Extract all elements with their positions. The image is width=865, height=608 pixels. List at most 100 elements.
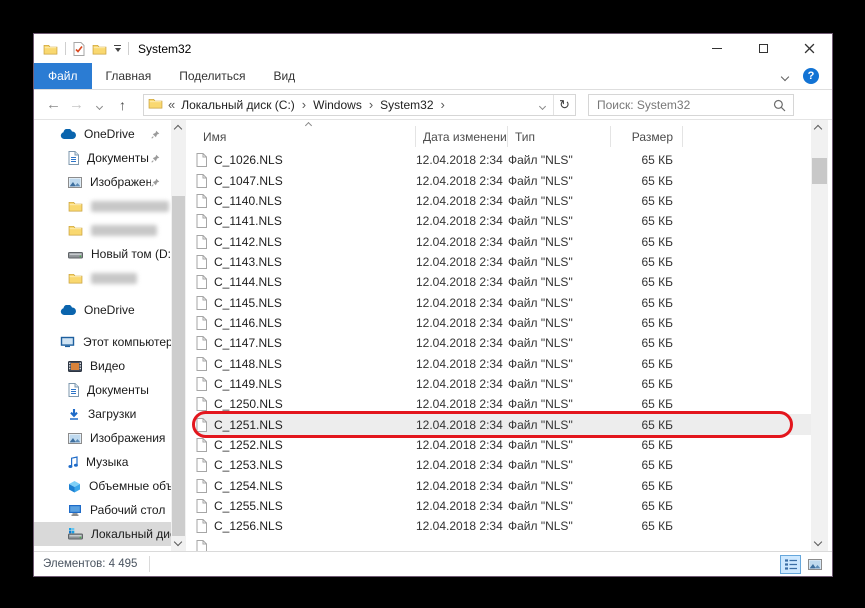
sidebar-item-redacted[interactable] — [34, 218, 171, 242]
tab-вид[interactable]: Вид — [259, 63, 309, 89]
new-folder-button[interactable] — [92, 43, 107, 55]
sidebar-item-документы[interactable]: Документы — [34, 146, 171, 170]
column-header-размер[interactable]: Размер — [611, 126, 683, 147]
file-row-c-1148-nls[interactable]: C_1148.NLS12.04.2018 2:34Файл "NLS"65 КБ — [196, 353, 811, 373]
properties-button[interactable] — [73, 42, 85, 56]
file-date: 12.04.2018 2:34 — [416, 255, 508, 269]
file-row-c-1141-nls[interactable]: C_1141.NLS12.04.2018 2:34Файл "NLS"65 КБ — [196, 211, 811, 231]
search-input[interactable] — [589, 95, 793, 115]
tab-главная[interactable]: Главная — [92, 63, 166, 89]
thumbnails-view-icon — [808, 559, 822, 570]
onedrive-icon — [60, 129, 76, 140]
file-row-c-1145-nls[interactable]: C_1145.NLS12.04.2018 2:34Файл "NLS"65 КБ — [196, 292, 811, 312]
file-row-c-1147-nls[interactable]: C_1147.NLS12.04.2018 2:34Файл "NLS"65 КБ — [196, 333, 811, 353]
breadcrumb-overflow-chevron[interactable]: « — [168, 97, 175, 112]
file-type: Файл "NLS" — [508, 255, 611, 269]
scrollbar-thumb[interactable] — [812, 158, 827, 184]
back-button[interactable]: ← — [42, 97, 65, 112]
items-count: Элементов: 4 495 — [43, 558, 137, 570]
file-date: 12.04.2018 2:34 — [416, 438, 508, 452]
file-row-partial[interactable] — [196, 537, 811, 551]
tab-файл[interactable]: Файл — [34, 63, 92, 89]
sidebar-item-onedrive[interactable]: OneDrive — [34, 122, 171, 146]
breadcrumb-segment-system32[interactable]: System32 — [380, 98, 433, 112]
file-row-c-1255-nls[interactable]: C_1255.NLS12.04.2018 2:34Файл "NLS"65 КБ — [196, 496, 811, 516]
file-size: 65 КБ — [611, 153, 683, 167]
scroll-down-icon[interactable] — [814, 538, 822, 546]
breadcrumb-separator-icon[interactable]: › — [302, 97, 306, 112]
file-row-c-1146-nls[interactable]: C_1146.NLS12.04.2018 2:34Файл "NLS"65 КБ — [196, 313, 811, 333]
file-row-c-1250-nls[interactable]: C_1250.NLS12.04.2018 2:34Файл "NLS"65 КБ — [196, 394, 811, 414]
sidebar-item-onedrive[interactable]: OneDrive — [34, 298, 171, 322]
close-button[interactable] — [786, 34, 832, 63]
tab-поделиться[interactable]: Поделиться — [165, 63, 259, 89]
sidebar-item-музыка[interactable]: Музыка — [34, 450, 171, 474]
qat-dropdown-icon[interactable] — [114, 45, 121, 52]
up-button[interactable]: ↑ — [111, 98, 134, 112]
refresh-button[interactable]: ↻ — [554, 97, 575, 113]
file-row-c-1251-nls[interactable]: C_1251.NLS12.04.2018 2:34Файл "NLS"65 КБ — [196, 414, 811, 434]
file-row-c-1047-nls[interactable]: C_1047.NLS12.04.2018 2:34Файл "NLS"65 КБ — [196, 170, 811, 190]
file-row-c-1026-nls[interactable]: C_1026.NLS12.04.2018 2:34Файл "NLS"65 КБ — [196, 150, 811, 170]
file-date: 12.04.2018 2:34 — [416, 479, 508, 493]
sidebar-item-новый-том-(d:)[interactable]: Новый том (D:) — [34, 242, 171, 266]
file-row-c-1149-nls[interactable]: C_1149.NLS12.04.2018 2:34Файл "NLS"65 КБ — [196, 374, 811, 394]
minimize-button[interactable] — [694, 34, 740, 63]
column-header-имя[interactable]: Имя — [196, 126, 416, 147]
quick-access-toolbar — [43, 42, 129, 56]
breadcrumb-separator-icon[interactable]: › — [441, 97, 445, 112]
file-name: C_1256.NLS — [214, 519, 416, 533]
sidebar-item-видео[interactable]: Видео — [34, 354, 171, 378]
maximize-button[interactable] — [740, 34, 786, 63]
file-row-c-1142-nls[interactable]: C_1142.NLS12.04.2018 2:34Файл "NLS"65 КБ — [196, 231, 811, 251]
list-scrollbar[interactable] — [811, 120, 828, 551]
thumbnails-view-button[interactable] — [804, 555, 825, 574]
system-drive-icon — [68, 528, 83, 540]
address-dropdown-button[interactable] — [532, 98, 553, 112]
file-row-c-1144-nls[interactable]: C_1144.NLS12.04.2018 2:34Файл "NLS"65 КБ — [196, 272, 811, 292]
sidebar-item-рабочий-стол[interactable]: Рабочий стол — [34, 498, 171, 522]
file-icon — [196, 296, 207, 310]
sidebar-item-label: Документы — [87, 151, 151, 165]
file-row-c-1253-nls[interactable]: C_1253.NLS12.04.2018 2:34Файл "NLS"65 КБ — [196, 455, 811, 475]
sidebar-item-redacted[interactable] — [34, 194, 171, 218]
sidebar-item-redacted[interactable] — [34, 266, 171, 290]
file-type: Файл "NLS" — [508, 153, 611, 167]
breadcrumb-separator-icon[interactable]: › — [369, 97, 373, 112]
ribbon-collapse-button[interactable] — [782, 69, 788, 83]
file-row-c-1254-nls[interactable]: C_1254.NLS12.04.2018 2:34Файл "NLS"65 КБ — [196, 476, 811, 496]
address-bar[interactable]: « Локальный диск (C:)›Windows›System32› … — [143, 94, 576, 116]
sidebar-item-изображения[interactable]: Изображения — [34, 426, 171, 450]
sidebar-item-загрузки[interactable]: Загрузки — [34, 402, 171, 426]
column-header-тип[interactable]: Тип — [508, 126, 611, 147]
ribbon-tab-bar: ФайлГлавнаяПоделитьсяВид ? — [34, 63, 832, 90]
column-header-дата-изменения[interactable]: Дата изменения — [416, 126, 508, 147]
file-row-c-1252-nls[interactable]: C_1252.NLS12.04.2018 2:34Файл "NLS"65 КБ — [196, 435, 811, 455]
sidebar-item-документы[interactable]: Документы — [34, 378, 171, 402]
properties-icon — [73, 42, 85, 56]
breadcrumb-segment-локальный-диск-(c:)[interactable]: Локальный диск (C:) — [181, 98, 295, 112]
sidebar-scrollbar[interactable] — [171, 120, 186, 551]
recent-locations-button[interactable] — [88, 97, 111, 112]
breadcrumb-segment-windows[interactable]: Windows — [313, 98, 362, 112]
sidebar-item-изображени[interactable]: Изображени — [34, 170, 171, 194]
file-name: C_1142.NLS — [214, 235, 416, 249]
scroll-up-icon[interactable] — [174, 125, 182, 133]
redacted-label — [91, 225, 157, 236]
minimize-icon — [712, 48, 722, 49]
file-row-c-1143-nls[interactable]: C_1143.NLS12.04.2018 2:34Файл "NLS"65 КБ — [196, 252, 811, 272]
sidebar-item-объемные-объ[interactable]: Объемные объ — [34, 474, 171, 498]
scroll-down-icon[interactable] — [174, 538, 182, 546]
forward-button[interactable]: → — [65, 97, 88, 112]
file-row-c-1140-nls[interactable]: C_1140.NLS12.04.2018 2:34Файл "NLS"65 КБ — [196, 191, 811, 211]
scroll-up-icon[interactable] — [814, 125, 822, 133]
scrollbar-thumb[interactable] — [172, 196, 185, 536]
file-icon — [196, 499, 207, 513]
details-view-button[interactable] — [780, 555, 801, 574]
file-size: 65 КБ — [611, 377, 683, 391]
sidebar-item-локальный-дис[interactable]: Локальный дис — [34, 522, 171, 546]
search-icon — [773, 99, 786, 112]
sidebar-item-этот-компьютер[interactable]: Этот компьютер — [34, 330, 171, 354]
help-button[interactable]: ? — [803, 68, 819, 84]
file-row-c-1256-nls[interactable]: C_1256.NLS12.04.2018 2:34Файл "NLS"65 КБ — [196, 516, 811, 536]
